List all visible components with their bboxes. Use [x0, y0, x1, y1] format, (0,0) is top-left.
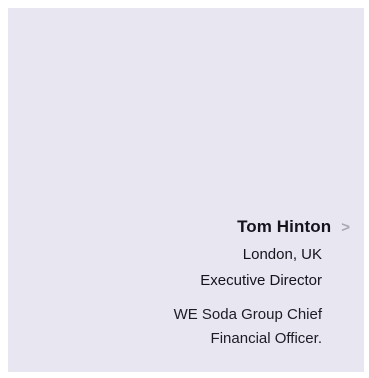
- profile-card[interactable]: Tom Hinton > London, UK Executive Direct…: [8, 8, 364, 372]
- profile-info: Tom Hinton > London, UK Executive Direct…: [50, 213, 350, 351]
- profile-description-line-2: Financial Officer.: [210, 330, 322, 347]
- profile-description: WE Soda Group Chief Financial Officer.: [50, 303, 322, 351]
- chevron-right-icon[interactable]: >: [341, 220, 350, 235]
- profile-location: London, UK: [242, 246, 322, 263]
- profile-name: Tom Hinton: [237, 217, 332, 236]
- profile-description-line-1: WE Soda Group Chief: [173, 306, 322, 323]
- profile-role: Executive Director: [200, 272, 322, 289]
- name-row[interactable]: Tom Hinton >: [50, 213, 350, 241]
